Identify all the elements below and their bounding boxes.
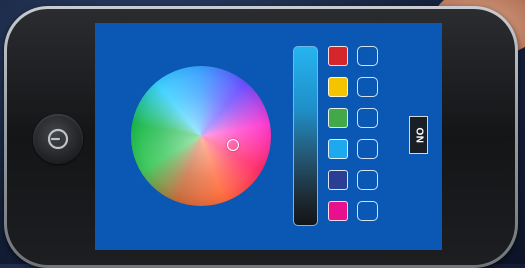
color-swatch[interactable] bbox=[328, 139, 348, 159]
custom-color-slot[interactable] bbox=[357, 170, 378, 190]
brightness-slider[interactable] bbox=[293, 46, 318, 226]
home-button[interactable] bbox=[33, 114, 83, 164]
on-toggle-label: ON bbox=[413, 127, 424, 143]
custom-color-slot[interactable] bbox=[357, 46, 378, 66]
on-toggle[interactable]: ON bbox=[409, 116, 428, 154]
color-wheel[interactable] bbox=[131, 66, 271, 206]
custom-color-slot[interactable] bbox=[357, 108, 378, 128]
custom-color-slot[interactable] bbox=[357, 77, 378, 97]
custom-color-slot[interactable] bbox=[357, 201, 378, 221]
color-swatch[interactable] bbox=[328, 77, 348, 97]
color-swatch[interactable] bbox=[328, 201, 348, 221]
color-swatch[interactable] bbox=[328, 108, 348, 128]
color-swatch[interactable] bbox=[328, 170, 348, 190]
color-wheel-shade bbox=[131, 66, 271, 206]
color-wheel-cursor[interactable] bbox=[227, 139, 239, 151]
custom-color-slot[interactable] bbox=[357, 139, 378, 159]
app-screen: ON bbox=[95, 23, 442, 250]
color-swatch[interactable] bbox=[328, 46, 348, 66]
power-icon bbox=[47, 128, 69, 150]
